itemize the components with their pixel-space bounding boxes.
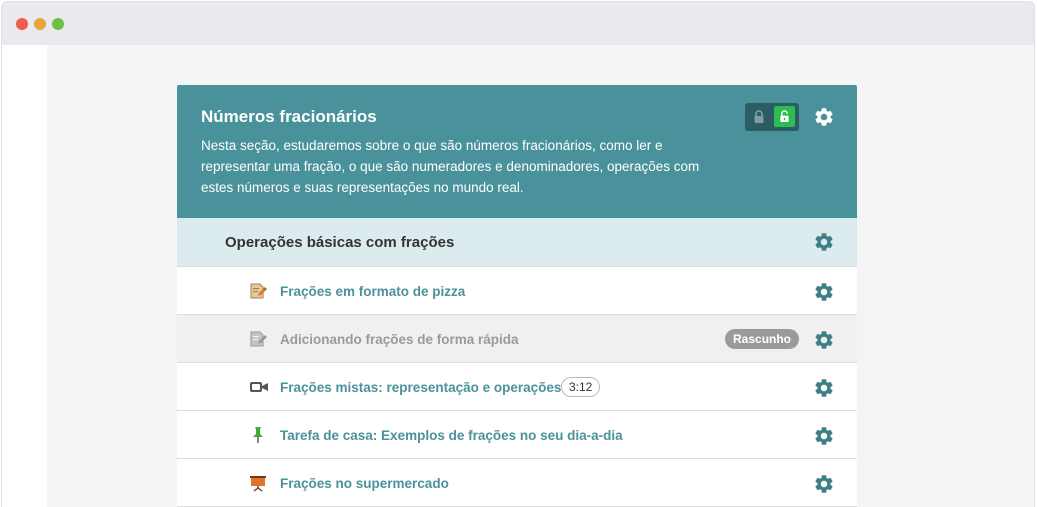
video-camera-icon <box>249 378 268 396</box>
section-title: Números fracionários <box>201 107 377 126</box>
edit-document-icon <box>249 282 267 300</box>
course-section-card: Números fracionários Nesta seção, estuda… <box>177 85 857 507</box>
list-item[interactable]: Adicionando frações de forma rápida Rasc… <box>177 315 857 363</box>
presentation-board-icon <box>249 474 267 492</box>
list-item[interactable]: Frações em formato de pizza <box>177 267 857 315</box>
item-settings-gear-icon[interactable] <box>813 377 835 404</box>
section-description: Nesta seção, estudaremos sobre o que são… <box>201 138 700 195</box>
item-title-link[interactable]: Adicionando frações de forma rápida <box>280 332 519 347</box>
subsection-header: Operações básicas com frações <box>177 218 857 267</box>
lock-closed-icon <box>753 110 765 129</box>
pushpin-icon <box>249 426 267 444</box>
section-settings-gear-icon[interactable] <box>813 106 835 133</box>
video-duration-badge: 3:12 <box>561 377 601 397</box>
lock-open-icon <box>774 106 795 127</box>
list-item[interactable]: Frações mistas: representação e operaçõe… <box>177 363 857 411</box>
subsection-title: Operações básicas com frações <box>225 234 455 251</box>
left-sidebar <box>2 45 47 507</box>
lock-toggle[interactable] <box>745 103 799 131</box>
close-window-button[interactable] <box>16 18 28 30</box>
item-settings-gear-icon[interactable] <box>813 473 835 500</box>
maximize-window-button[interactable] <box>52 18 64 30</box>
edit-document-icon <box>249 330 267 348</box>
list-item[interactable]: Tarefa de casa: Exemplos de frações no s… <box>177 411 857 459</box>
list-item[interactable]: Frações no supermercado <box>177 459 857 507</box>
item-settings-gear-icon[interactable] <box>813 329 835 356</box>
item-settings-gear-icon[interactable] <box>813 281 835 308</box>
item-title-link[interactable]: Frações em formato de pizza <box>280 284 465 299</box>
item-title-link[interactable]: Tarefa de casa: Exemplos de frações no s… <box>280 428 623 443</box>
item-title-link[interactable]: Frações mistas: representação e operaçõe… <box>280 380 561 395</box>
window-titlebar <box>2 2 1034 45</box>
item-title-link[interactable]: Frações no supermercado <box>280 476 449 491</box>
minimize-window-button[interactable] <box>34 18 46 30</box>
section-header: Números fracionários Nesta seção, estuda… <box>177 85 857 218</box>
item-settings-gear-icon[interactable] <box>813 425 835 452</box>
draft-status-badge: Rascunho <box>725 329 800 349</box>
subsection-settings-gear-icon[interactable] <box>813 231 835 258</box>
